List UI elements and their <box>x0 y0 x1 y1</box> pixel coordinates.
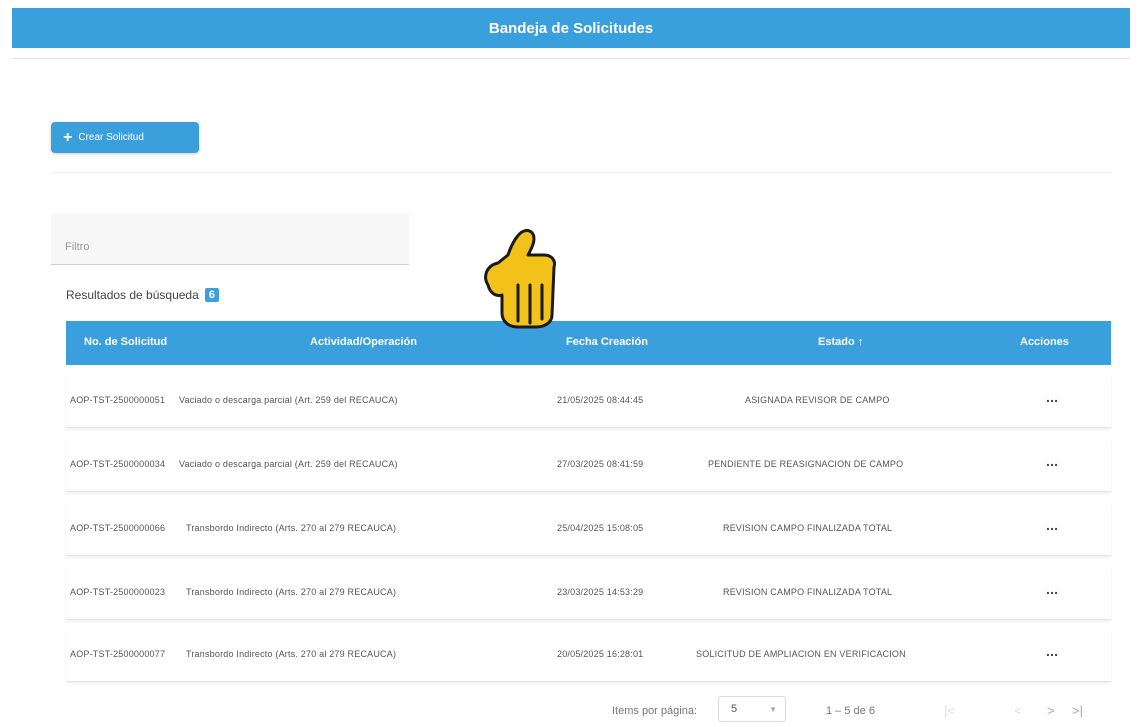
cell-fecha: 23/03/2025 14:53:29 <box>557 587 644 597</box>
cell-fecha: 25/04/2025 15:08:05 <box>557 523 644 533</box>
plus-icon: + <box>63 128 73 146</box>
cell-estado: SOLICITUD DE AMPLIACION EN VERIFICACION <box>696 649 906 659</box>
cell-estado: PENDIENTE DE REASIGNACION DE CAMPO <box>708 459 904 469</box>
cell-no-solicitud: AOP-TST-2500000077 <box>70 649 166 659</box>
next-page-icon[interactable]: > <box>1047 703 1055 718</box>
results-label: Resultados de búsqueda <box>66 288 199 302</box>
page-title: Bandeja de Solicitudes <box>488 19 654 37</box>
cell-no-solicitud: AOP-TST-2500000051 <box>70 395 166 405</box>
table-row[interactable]: AOP-TST-2500000077 Transbordo Indirecto … <box>66 628 1111 682</box>
cell-actividad: Transbordo Indirecto (Arts. 270 al 279 R… <box>186 649 397 659</box>
items-per-page-label: Items por página: <box>612 705 697 717</box>
first-page-icon[interactable]: |< <box>944 703 955 718</box>
chevron-down-icon: ▼ <box>769 704 777 714</box>
table-row[interactable]: AOP-TST-2500000023 Transbordo Indirecto … <box>66 566 1111 620</box>
table-row[interactable]: AOP-TST-2500000051 Vaciado o descarga pa… <box>66 374 1111 428</box>
page-size-value: 5 <box>731 703 738 715</box>
row-actions-menu-icon[interactable]: ... <box>1046 517 1058 533</box>
row-actions-menu-icon[interactable]: ... <box>1046 389 1058 405</box>
divider <box>12 58 1130 59</box>
pointing-hand-icon <box>484 229 556 329</box>
cell-actividad: Transbordo Indirecto (Arts. 270 al 279 R… <box>186 523 397 533</box>
header-actividad[interactable]: Actividad/Operación <box>310 336 417 348</box>
header-estado[interactable]: Estado ↑ <box>818 336 863 348</box>
page-size-select[interactable]: 5 ▼ <box>718 696 786 722</box>
header-fecha-creacion[interactable]: Fecha Creación <box>566 336 648 348</box>
cell-fecha: 21/05/2025 08:44:45 <box>557 395 644 405</box>
filter-input[interactable] <box>51 213 409 264</box>
results-count-badge: 6 <box>204 288 219 302</box>
create-request-label: Crear Solicitud <box>78 132 144 143</box>
cell-estado: REVISION CAMPO FINALIZADA TOTAL <box>723 587 893 597</box>
cell-estado: ASIGNADA REVISOR DE CAMPO <box>745 395 890 405</box>
results-summary: Resultados de búsqueda 6 <box>66 288 219 302</box>
cell-no-solicitud: AOP-TST-2500000066 <box>70 523 166 533</box>
last-page-icon[interactable]: >| <box>1072 703 1083 718</box>
cell-no-solicitud: AOP-TST-2500000023 <box>70 587 166 597</box>
header-no-solicitud[interactable]: No. de Solicitud <box>84 336 167 348</box>
header-acciones: Acciones <box>1020 336 1069 348</box>
cell-actividad: Vaciado o descarga parcial (Art. 259 del… <box>179 395 398 405</box>
table-row[interactable]: AOP-TST-2500000066 Transbordo Indirecto … <box>66 502 1111 556</box>
table-row[interactable]: AOP-TST-2500000034 Vaciado o descarga pa… <box>66 438 1111 492</box>
row-actions-menu-icon[interactable]: ... <box>1046 643 1058 659</box>
cell-actividad: Vaciado o descarga parcial (Art. 259 del… <box>179 459 398 469</box>
cell-estado: REVISION CAMPO FINALIZADA TOTAL <box>723 523 893 533</box>
page-header: Bandeja de Solicitudes <box>12 8 1130 48</box>
row-actions-menu-icon[interactable]: ... <box>1046 453 1058 469</box>
filter-field[interactable] <box>51 213 409 265</box>
cell-fecha: 20/05/2025 16:28:01 <box>557 649 644 659</box>
page-range-label: 1 – 5 de 6 <box>826 705 875 717</box>
create-request-button[interactable]: + Crear Solicitud <box>51 122 199 153</box>
cell-actividad: Transbordo Indirecto (Arts. 270 al 279 R… <box>186 587 397 597</box>
previous-page-icon[interactable]: < <box>1014 703 1022 718</box>
cell-fecha: 27/03/2025 08:41:59 <box>557 459 644 469</box>
divider <box>51 172 1111 173</box>
table-header: No. de Solicitud Actividad/Operación Fec… <box>66 321 1111 365</box>
cell-no-solicitud: AOP-TST-2500000034 <box>70 459 166 469</box>
row-actions-menu-icon[interactable]: ... <box>1046 581 1058 597</box>
